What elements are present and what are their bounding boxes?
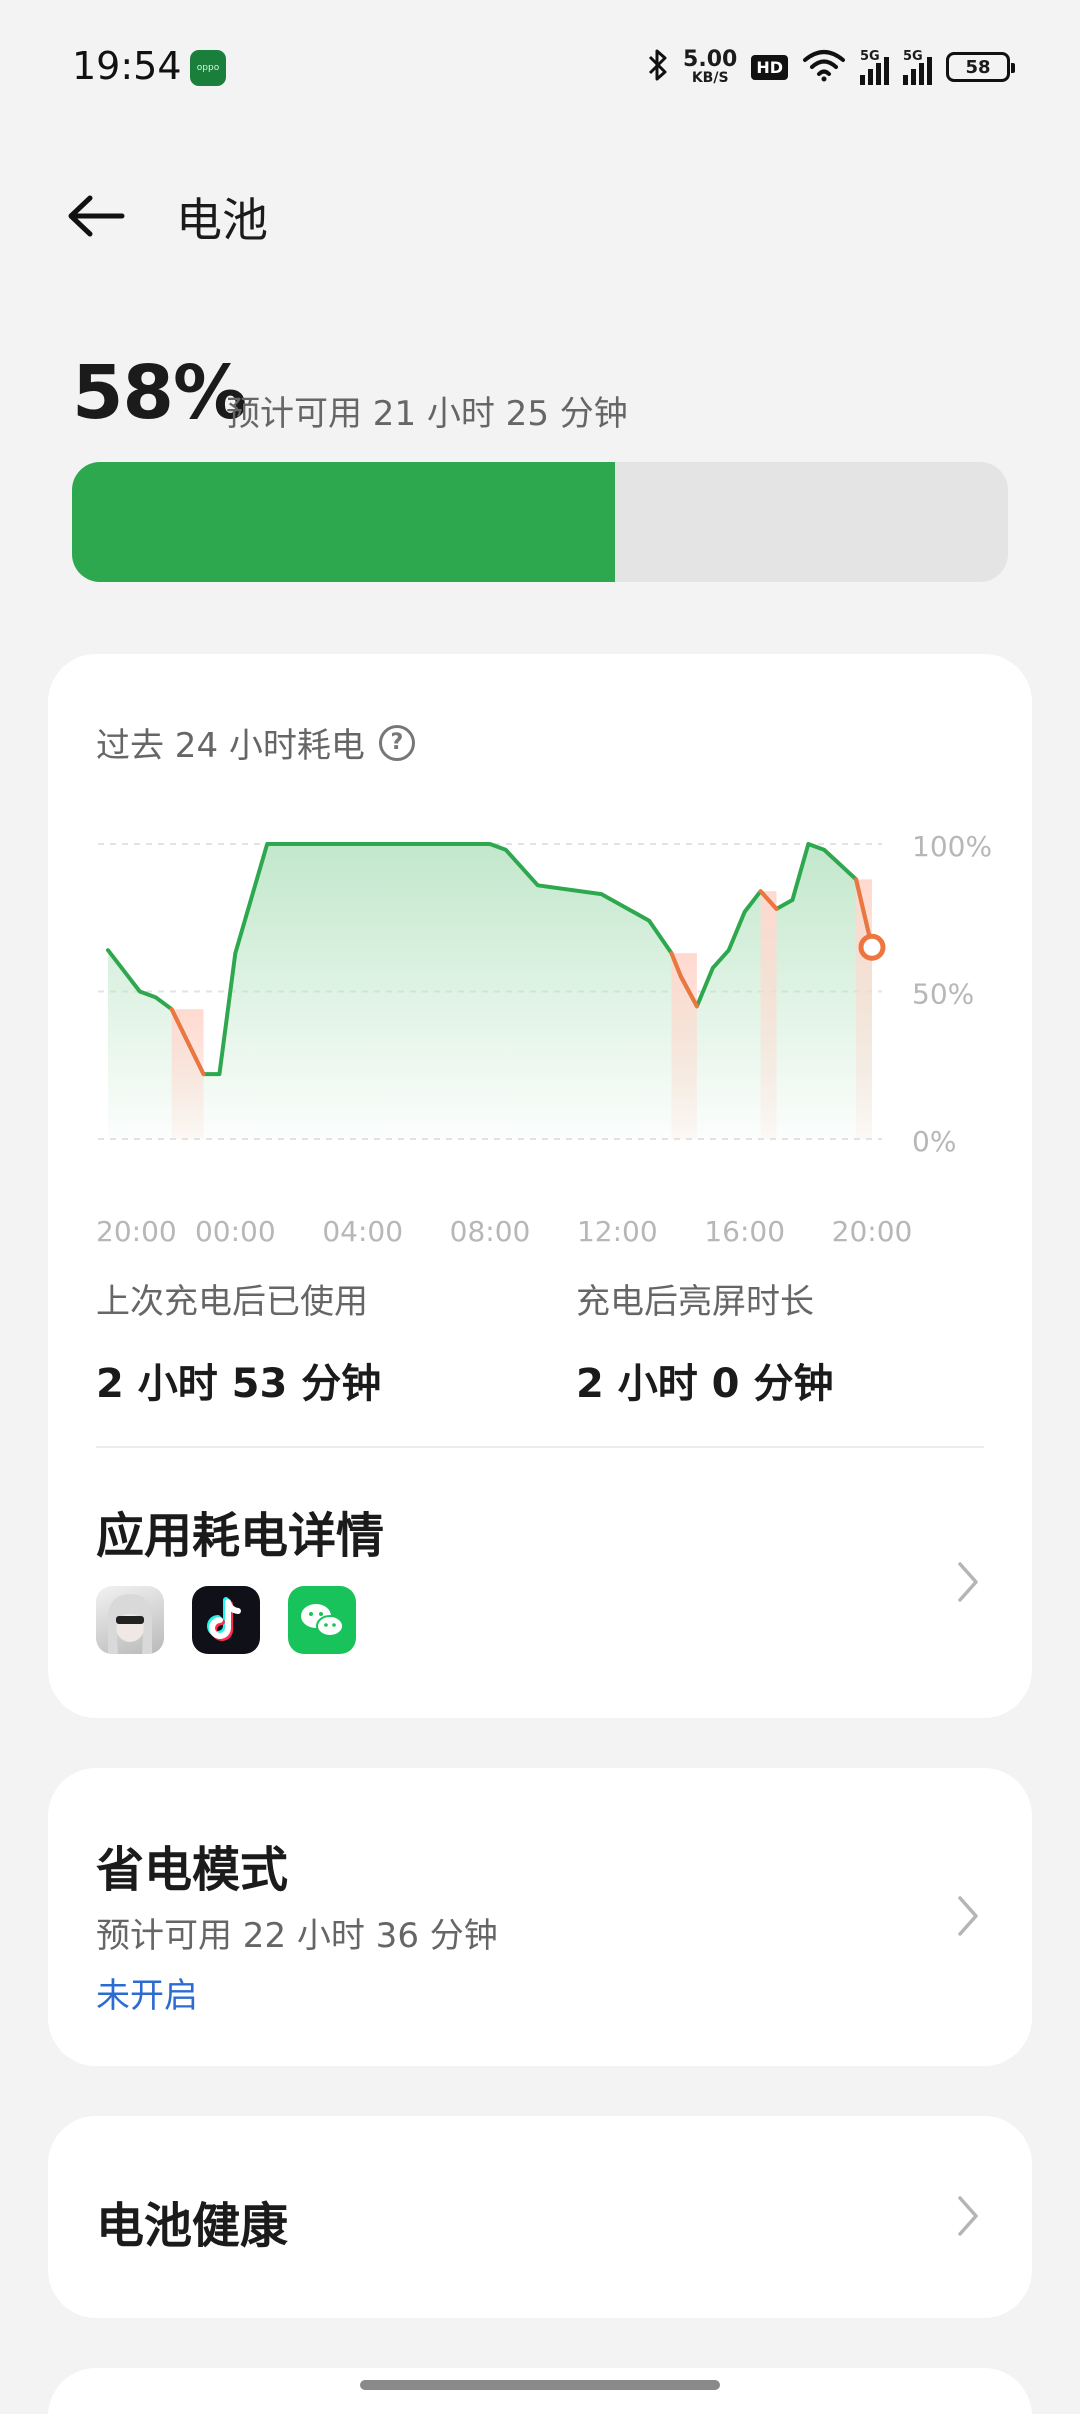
since-charge-value: 2 小时 53 分钟 — [96, 1361, 382, 1407]
home-indicator[interactable] — [360, 2380, 720, 2390]
bluetooth-icon — [647, 48, 669, 86]
x-tick-label: 04:00 — [322, 1215, 403, 1248]
battery-health-card[interactable]: 电池健康 — [48, 2116, 1032, 2318]
wifi-icon — [802, 48, 846, 86]
status-time: 19:54 — [72, 44, 182, 88]
drain-highlight — [171, 1009, 204, 1139]
hd-icon: HD — [751, 54, 788, 80]
game-app-icon — [96, 1586, 164, 1654]
since-charge-stat: 上次充电后已使用 2 小时 53 分钟 — [96, 1274, 381, 1409]
page-header: 电池 — [0, 170, 1080, 260]
back-button[interactable] — [60, 180, 132, 252]
battery-level-bar — [72, 462, 1008, 582]
chart-title: 过去 24 小时耗电 ? — [96, 718, 415, 767]
oppo-app-icon: oppo — [190, 50, 226, 86]
power-saving-title: 省电模式 — [96, 1842, 289, 1898]
x-tick-label: 00:00 — [195, 1215, 276, 1248]
battery-health-title: 电池健康 — [96, 2198, 289, 2254]
back-arrow-icon — [68, 195, 125, 237]
screen-on-label: 充电后亮屏时长 — [576, 1282, 814, 1322]
chevron-right-icon — [948, 1552, 988, 1612]
x-tick-label: 20:00 — [832, 1215, 913, 1248]
y-tick-label: 0% — [912, 1125, 956, 1158]
chevron-right-icon — [948, 1886, 988, 1946]
page-title: 电池 — [176, 193, 268, 247]
status-icons: 5.00 KB/S HD 5G 5G 58 — [647, 42, 1015, 92]
app-usage-details-row[interactable]: 应用耗电详情 — [48, 1448, 1032, 1718]
current-level-marker — [858, 933, 886, 961]
battery-status-icon: 58 — [946, 52, 1015, 82]
x-tick-label: 08:00 — [450, 1215, 531, 1248]
status-bar: 19:54 oppo 5.00 KB/S HD 5G 5G 58 — [0, 0, 1080, 130]
battery-usage-chart[interactable]: 100% 50% 0% 20:00 00:00 04:00 08:00 12:00 16:00 2… — [48, 784, 1032, 1264]
power-saving-card[interactable]: 省电模式 预计可用 22 小时 36 分钟 未开启 — [48, 1768, 1032, 2066]
wechat-app-icon — [288, 1586, 356, 1654]
y-tick-label: 100% — [912, 830, 992, 863]
chevron-right-icon — [948, 2186, 988, 2246]
next-settings-card[interactable] — [48, 2368, 1032, 2414]
x-tick-label: 20:00 — [96, 1215, 177, 1248]
signal-5g-icon-1: 5G — [860, 49, 889, 85]
app-icons — [96, 1586, 356, 1654]
help-icon[interactable]: ? — [378, 724, 415, 761]
net-speed: 5.00 KB/S — [683, 47, 738, 86]
power-saving-status: 未开启 — [96, 1976, 198, 2016]
battery-estimate: 预计可用 21 小时 25 分钟 — [226, 394, 628, 434]
screen-on-value: 2 小时 0 分钟 — [576, 1361, 834, 1407]
y-tick-label: 50% — [912, 978, 974, 1011]
battery-level-fill — [72, 462, 615, 582]
signal-5g-icon-2: 5G — [903, 49, 932, 85]
douyin-app-icon — [192, 1586, 260, 1654]
battery-percent: 58% — [72, 350, 247, 436]
power-saving-estimate: 预计可用 22 小时 36 分钟 — [96, 1916, 498, 1956]
chart-title-text: 过去 24 小时耗电 — [96, 726, 365, 766]
app-usage-title: 应用耗电详情 — [96, 1508, 385, 1564]
since-charge-label: 上次充电后已使用 — [96, 1282, 368, 1322]
battery-usage-card: 过去 24 小时耗电 ? 100% 50% 0% 20:00 00:00 04:00 08:… — [48, 654, 1032, 1718]
drain-highlight — [760, 891, 777, 1139]
x-tick-label: 16:00 — [704, 1215, 785, 1248]
x-tick-label: 12:00 — [577, 1215, 658, 1248]
screen-on-stat: 充电后亮屏时长 2 小时 0 分钟 — [576, 1274, 833, 1409]
